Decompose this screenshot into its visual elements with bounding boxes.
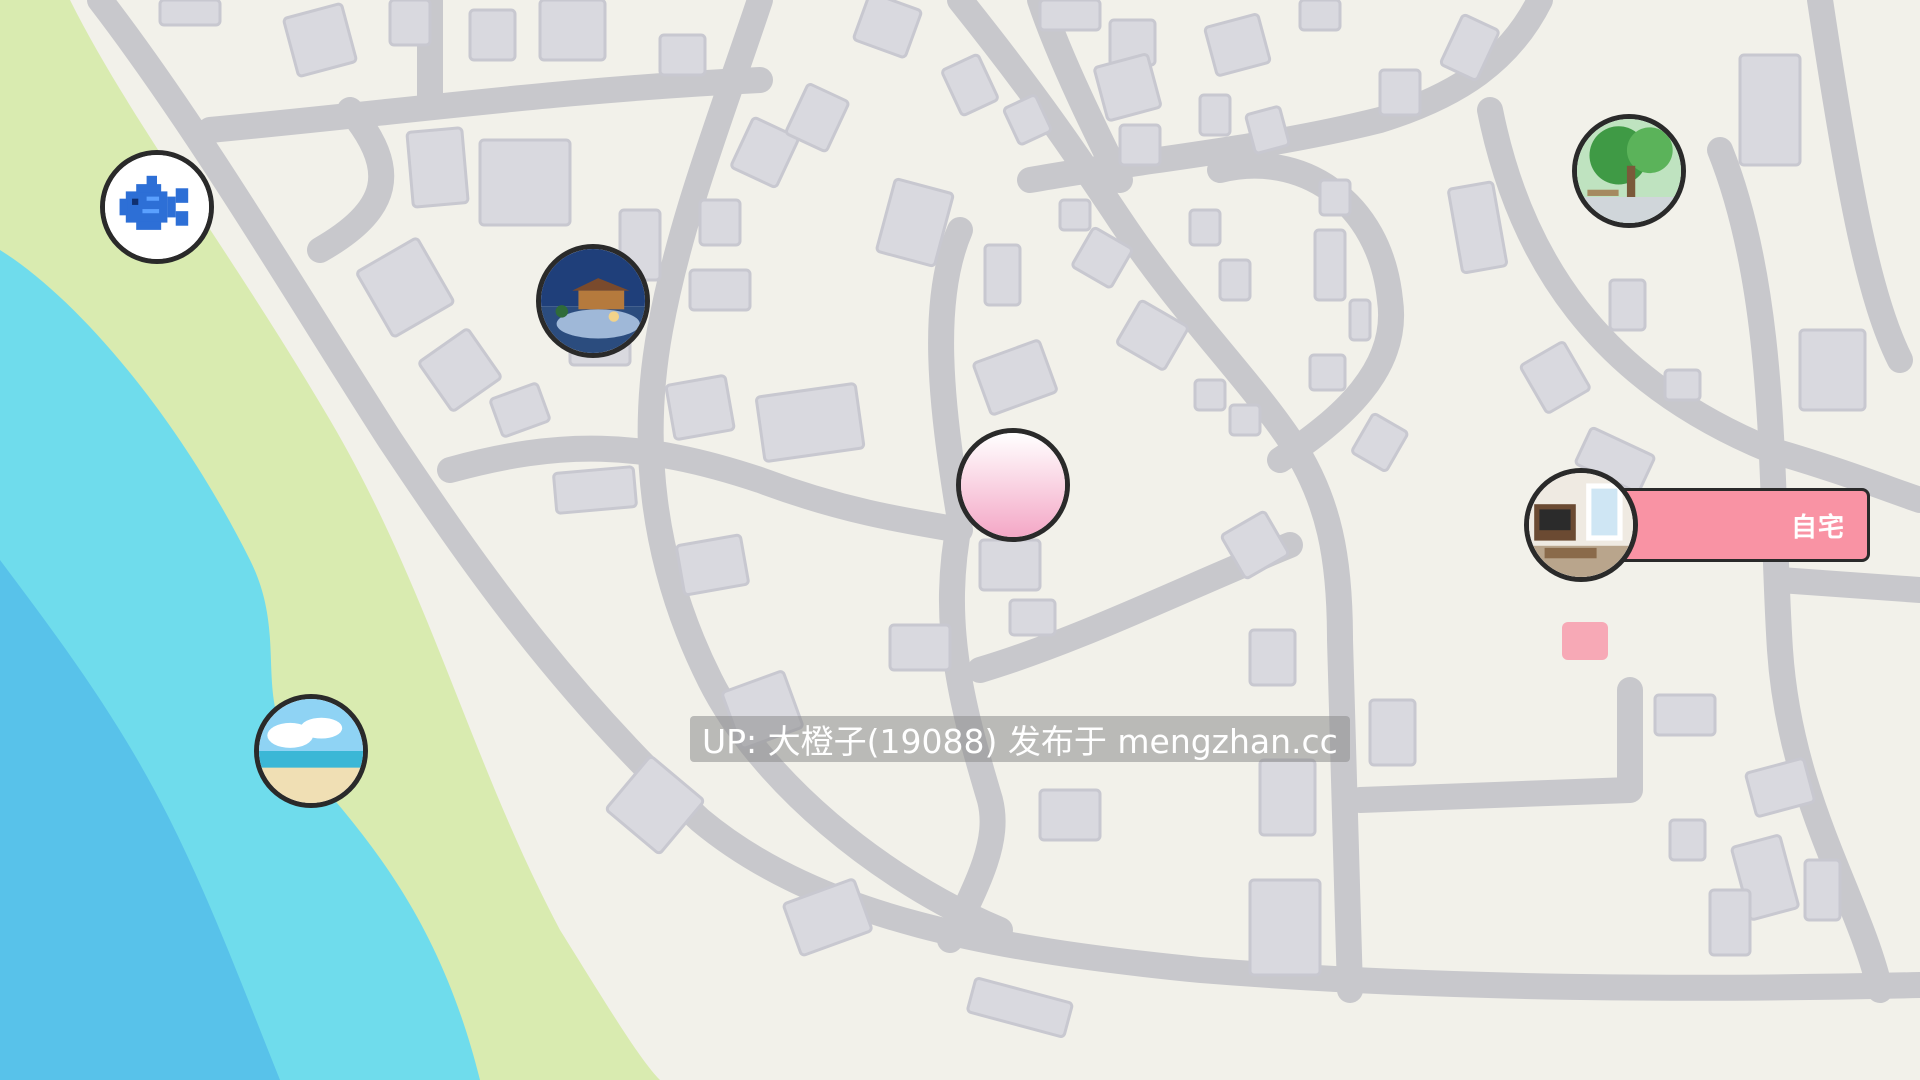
beach-marker[interactable] <box>254 694 368 808</box>
watermark-text: UP: 大橙子(19088) 发布于 mengzhan.cc <box>702 722 1338 761</box>
hot-spring-thumbnail <box>541 249 645 353</box>
pink-circle <box>961 433 1065 537</box>
watermark-caption: UP: 大橙子(19088) 发布于 mengzhan.cc <box>690 716 1350 762</box>
player-location-marker[interactable] <box>956 428 1070 542</box>
fish-icon <box>105 155 209 259</box>
park-marker[interactable] <box>1572 114 1686 228</box>
fishing-spot-marker[interactable] <box>100 150 214 264</box>
home-marker[interactable] <box>1524 468 1638 582</box>
park-thumbnail <box>1577 119 1681 223</box>
town-map-screen: 自宅 UP: 大橙子(19088) 发布于 mengzhan.cc <box>0 0 1920 1080</box>
home-pin <box>1562 622 1608 660</box>
home-label-button[interactable]: 自宅 <box>1618 488 1870 562</box>
beach-thumbnail <box>259 699 363 803</box>
hot-spring-marker[interactable] <box>536 244 650 358</box>
home-interior-thumbnail <box>1529 473 1633 577</box>
home-label-text: 自宅 <box>1790 512 1845 543</box>
